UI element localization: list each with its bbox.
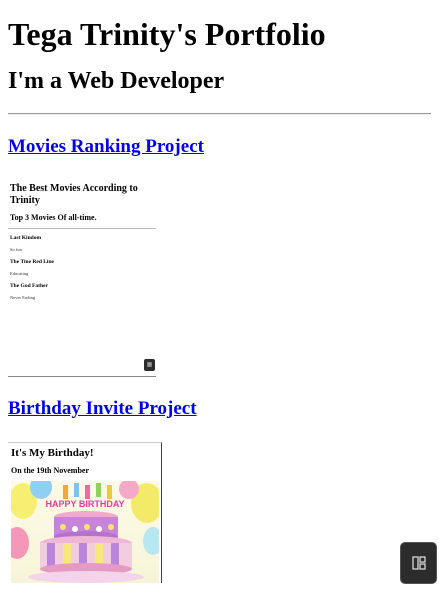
project-heading-movies: Movies Ranking Project [8,135,431,159]
cake-topper-text: HAPPY BIRTHDAY [45,499,124,509]
birthday-project-link[interactable]: Birthday Invite Project [8,398,197,419]
birthday-cake-image: HAPPY BIRTHDAY [11,481,159,583]
movies-project-thumbnail[interactable]: The Best Movies According to Trinity Top… [8,177,156,377]
header-divider [8,113,431,115]
page-title: Tega Trinity's Portfolio [8,16,326,52]
movies-preview-item: Last Kindom [10,235,42,241]
cake-illustration: HAPPY BIRTHDAY [11,481,159,583]
project-heading-birthday: Birthday Invite Project [8,397,431,421]
movies-preview-item: The Tine Red Line [10,259,54,265]
page-subtitle: I'm a Web Developer [8,68,225,94]
preview-widget-icon: ▦ [144,359,155,371]
movies-preview-item: The God Father [10,283,48,289]
movies-preview-desc: So fun [10,247,22,252]
movies-preview-subtitle: Top 3 Movies Of all-time. [10,213,97,222]
movies-preview-desc: Educating [10,271,29,276]
movies-preview-title: The Best Movies According to Trinity [10,183,138,206]
movies-preview-desc: Never Ending [10,295,36,300]
movies-preview-divider [8,228,156,229]
movies-project-link[interactable]: Movies Ranking Project [8,136,204,157]
birthday-preview-subtitle: On the 19th November [11,466,89,475]
birthday-preview-title: It's My Birthday! [11,447,94,459]
layout-icon [411,556,426,570]
portfolio-page: Tega Trinity's Portfolio I'm a Web Devel… [0,14,439,583]
movies-preview-bottom-rule [8,376,156,377]
birthday-project-thumbnail[interactable]: It's My Birthday! On the 19th November H… [8,442,162,583]
floating-widget-button[interactable] [400,542,437,584]
